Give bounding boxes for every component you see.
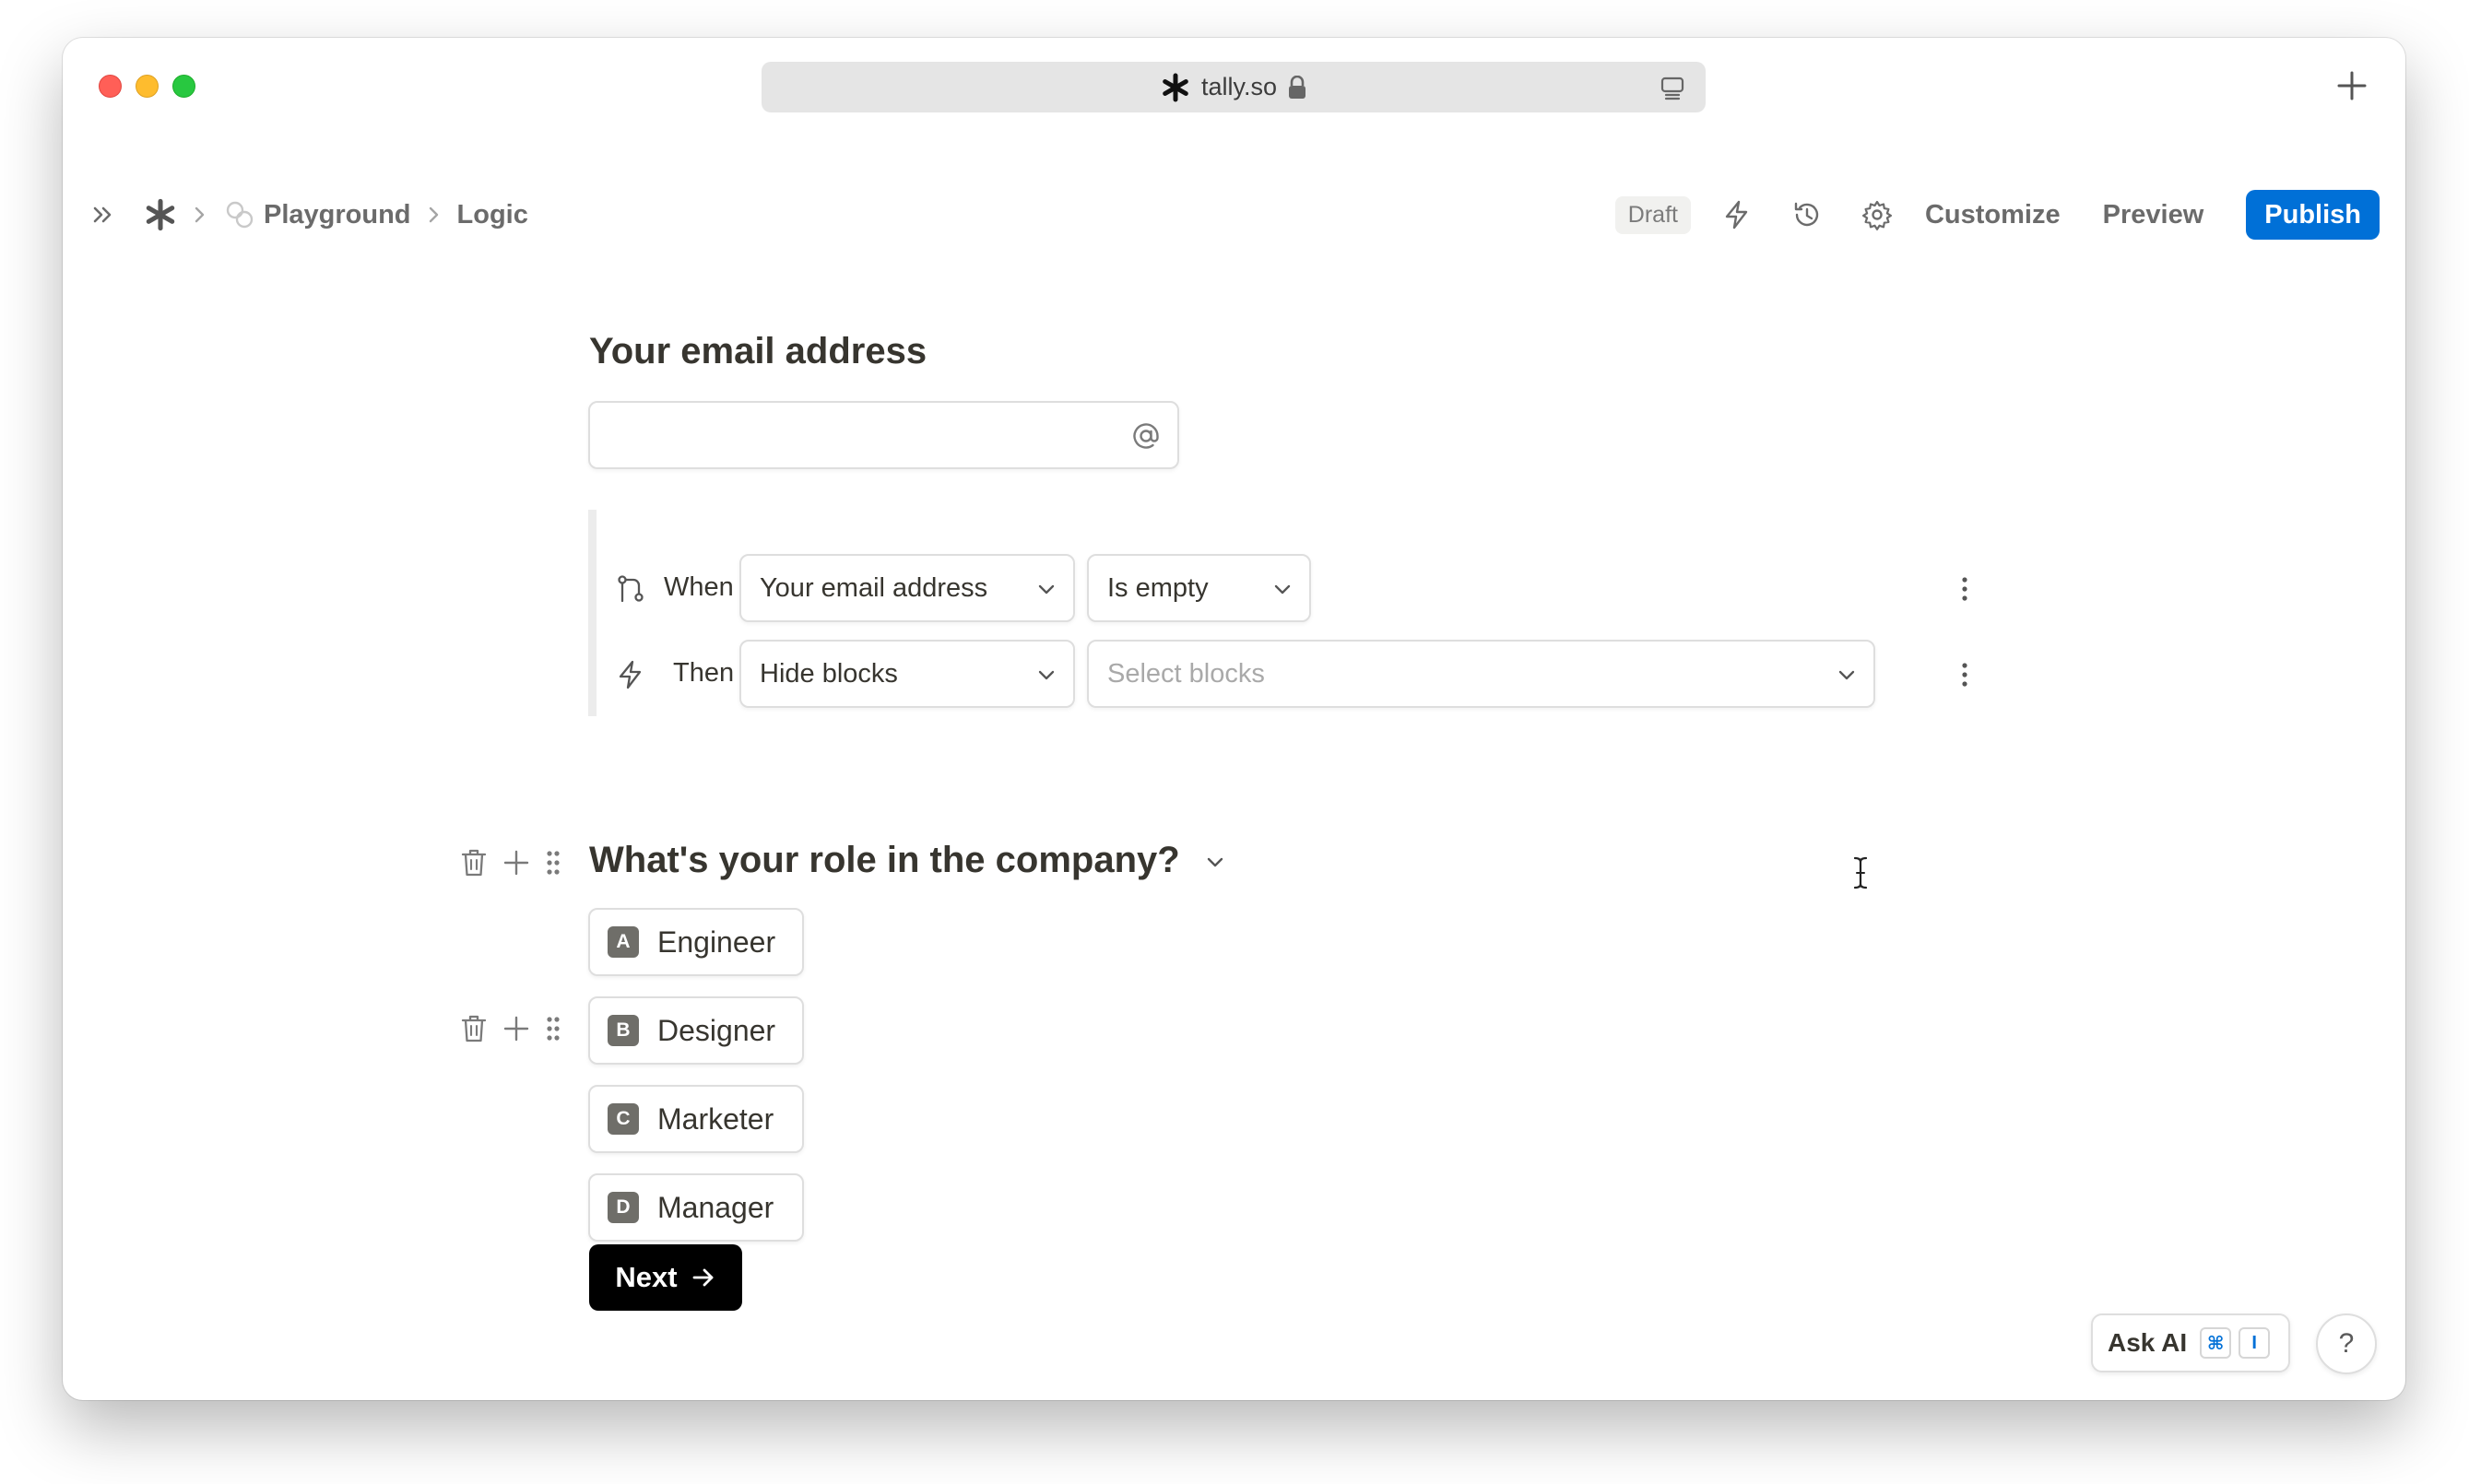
version-history-button[interactable] — [1785, 193, 1829, 237]
option-key: D — [608, 1192, 639, 1223]
chevron-down-icon — [1038, 670, 1055, 680]
ask-ai-button[interactable]: Ask AI ⌘ I — [2091, 1313, 2290, 1372]
text-cursor-icon — [1853, 856, 1868, 889]
option-label: Manager — [657, 1190, 774, 1224]
ask-ai-label: Ask AI — [2108, 1328, 2188, 1357]
block-tools — [459, 847, 562, 878]
toolbar-actions: Draft Customize Preview Publish — [1614, 189, 2380, 241]
next-label: Next — [615, 1261, 678, 1293]
option-label: Designer — [657, 1013, 776, 1047]
when-condition-value: Is empty — [1107, 572, 1209, 603]
more-options-icon[interactable] — [1959, 662, 1970, 688]
when-field-select[interactable]: Your email address — [739, 554, 1075, 622]
more-options-icon[interactable] — [1959, 576, 1970, 602]
status-badge: Draft — [1614, 195, 1691, 234]
tally-logo-icon — [1163, 73, 1188, 101]
lightning-icon — [619, 660, 642, 689]
chevron-down-icon — [1274, 584, 1291, 595]
integrations-button[interactable] — [1715, 193, 1759, 237]
chevron-down-icon — [1038, 584, 1055, 595]
app-toolbar: Playground Logic Draft Customize Preview… — [63, 176, 2405, 257]
when-condition-select[interactable]: Is empty — [1087, 554, 1311, 622]
option-engineer[interactable]: A Engineer — [588, 908, 804, 976]
lightning-icon — [1725, 200, 1748, 230]
email-input[interactable] — [588, 401, 1179, 469]
gear-icon — [1861, 200, 1892, 230]
maximize-window-button[interactable] — [172, 75, 195, 98]
when-label: When — [664, 572, 734, 602]
settings-button[interactable] — [1855, 193, 1899, 237]
trash-icon[interactable] — [459, 1013, 489, 1044]
breadcrumb: Playground Logic — [89, 189, 528, 241]
role-question-text: What's your role in the company? — [589, 840, 1180, 880]
new-tab-icon[interactable] — [2332, 65, 2372, 106]
option-designer[interactable]: B Designer — [588, 996, 804, 1065]
chevron-right-icon — [429, 206, 438, 223]
email-question-title[interactable]: Your email address — [589, 331, 927, 372]
minimize-window-button[interactable] — [136, 75, 159, 98]
option-key: B — [608, 1015, 639, 1046]
branch-icon — [618, 575, 644, 603]
shortcut-i-key: I — [2239, 1327, 2271, 1359]
then-action-select[interactable]: Hide blocks — [739, 640, 1075, 708]
publish-button[interactable]: Publish — [2246, 190, 2380, 240]
url-text: tally.so — [1200, 73, 1278, 100]
chevron-down-icon[interactable] — [1204, 852, 1226, 874]
history-icon — [1794, 202, 1819, 227]
arrow-right-icon — [692, 1268, 713, 1287]
browser-window: tally.so Playground Logic Draft Customiz… — [63, 38, 2405, 1400]
expand-sidebar-icon[interactable] — [89, 200, 118, 230]
role-question-title[interactable]: What's your role in the company? — [589, 840, 1226, 881]
drag-handle-icon[interactable] — [544, 848, 562, 877]
next-button[interactable]: Next — [589, 1244, 742, 1311]
address-bar[interactable]: tally.so — [762, 62, 1706, 112]
lock-icon — [1289, 75, 1306, 99]
option-manager[interactable]: D Manager — [588, 1173, 804, 1242]
option-key: A — [608, 926, 639, 958]
breadcrumb-logic[interactable]: Logic — [457, 200, 528, 230]
option-marketer[interactable]: C Marketer — [588, 1085, 804, 1153]
workspace-icon — [226, 201, 254, 229]
plus-icon[interactable] — [502, 848, 531, 877]
customize-button[interactable]: Customize — [1925, 200, 2061, 230]
at-icon — [1133, 423, 1159, 449]
option-key: C — [608, 1103, 639, 1135]
then-action-value: Hide blocks — [760, 658, 898, 689]
conditional-logic-block: When Your email address Is empty Then Hi… — [588, 510, 1990, 716]
shortcut-cmd-key: ⌘ — [2200, 1327, 2232, 1359]
trash-icon[interactable] — [459, 847, 489, 878]
help-button[interactable]: ? — [2316, 1313, 2377, 1374]
breadcrumb-playground[interactable]: Playground — [264, 200, 411, 230]
then-target-placeholder: Select blocks — [1107, 658, 1265, 689]
then-label: Then — [673, 658, 735, 688]
chevron-right-icon — [195, 206, 205, 223]
block-tools — [459, 1013, 562, 1044]
option-label: Marketer — [657, 1101, 774, 1136]
tally-home-icon[interactable] — [144, 198, 177, 231]
option-label: Engineer — [657, 925, 776, 959]
then-target-select[interactable]: Select blocks — [1087, 640, 1875, 708]
reader-mode-icon[interactable] — [1660, 75, 1685, 100]
chevron-down-icon — [1838, 670, 1855, 680]
plus-icon[interactable] — [502, 1014, 531, 1043]
when-field-value: Your email address — [760, 572, 988, 603]
close-window-button[interactable] — [99, 75, 122, 98]
drag-handle-icon[interactable] — [544, 1014, 562, 1043]
preview-button[interactable]: Preview — [2103, 200, 2204, 230]
